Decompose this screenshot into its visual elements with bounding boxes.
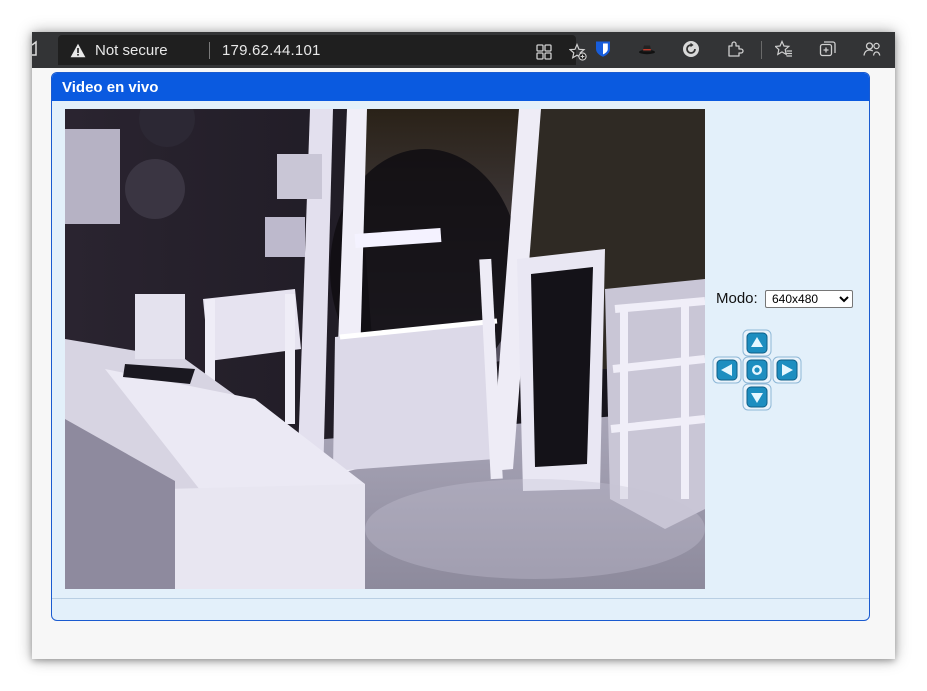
ptz-control-pad xyxy=(712,329,802,411)
hat-extension-icon[interactable] xyxy=(638,40,656,58)
warning-icon[interactable] xyxy=(70,43,86,58)
arrow-left-icon xyxy=(712,356,742,384)
ptz-down-button[interactable] xyxy=(742,383,772,411)
url-text[interactable]: 179.62.44.101 xyxy=(222,42,321,59)
bitwarden-icon[interactable] xyxy=(594,40,612,58)
favorites-icon[interactable] xyxy=(775,40,793,58)
home-icon[interactable] xyxy=(32,39,42,59)
browser-toolbar: Not secure 179.62.44.101 xyxy=(32,32,895,68)
ptz-right-button[interactable] xyxy=(772,356,802,384)
refresh-extension-icon[interactable] xyxy=(682,40,700,58)
add-favorite-icon[interactable] xyxy=(569,43,587,61)
page-content: Video en vivo Modo: 640x480 xyxy=(32,68,895,659)
ptz-center-button[interactable] xyxy=(742,356,772,384)
arrow-up-icon xyxy=(742,329,772,357)
ptz-left-button[interactable] xyxy=(712,356,742,384)
mode-label: Modo: xyxy=(716,290,758,307)
extensions-icon[interactable] xyxy=(726,40,744,58)
camera-video-stream xyxy=(65,109,705,589)
panel-footer-divider xyxy=(52,598,869,599)
live-video-panel: Video en vivo Modo: 640x480 xyxy=(51,72,870,621)
toolbar-divider xyxy=(761,41,762,59)
mode-select[interactable]: 640x480 xyxy=(765,290,853,308)
ptz-up-button[interactable] xyxy=(742,329,772,357)
panel-header: Video en vivo xyxy=(52,73,869,101)
panel-title: Video en vivo xyxy=(62,79,159,96)
app-grid-icon[interactable] xyxy=(535,43,553,61)
profile-icon[interactable] xyxy=(863,40,881,58)
collections-icon[interactable] xyxy=(819,40,837,58)
arrow-down-icon xyxy=(742,383,772,411)
address-separator xyxy=(209,42,210,59)
arrow-right-icon xyxy=(772,356,802,384)
security-status-text[interactable]: Not secure xyxy=(95,42,168,59)
center-icon xyxy=(742,356,772,384)
browser-window: Not secure 179.62.44.101 Video en vivo M… xyxy=(32,32,895,659)
address-bar[interactable]: Not secure 179.62.44.101 xyxy=(58,35,587,65)
